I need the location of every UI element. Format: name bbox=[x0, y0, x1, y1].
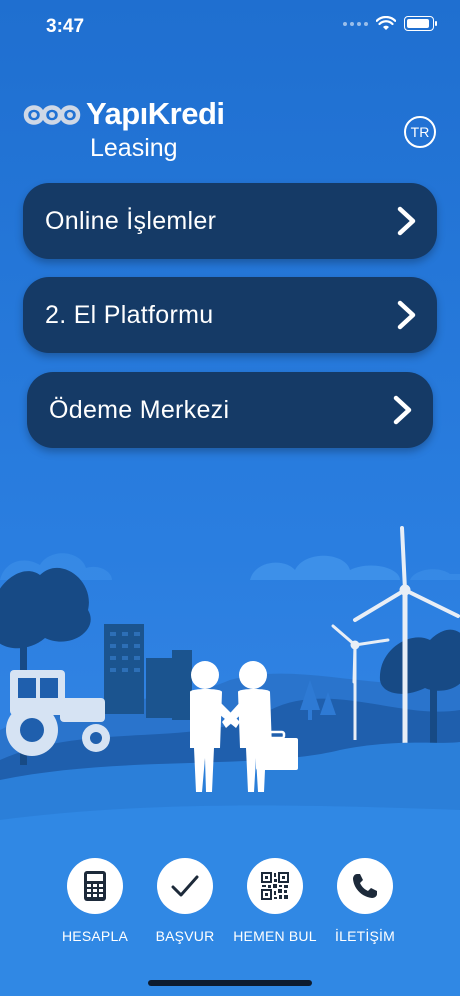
nav-label: HEMEN BUL bbox=[233, 928, 317, 944]
nav-item-hesapla[interactable]: HESAPLA bbox=[45, 858, 145, 944]
brand-logo: YapıKredi Leasing bbox=[22, 96, 225, 166]
nav-circle[interactable] bbox=[67, 858, 123, 914]
brand-sub: Leasing bbox=[90, 134, 178, 162]
home-indicator bbox=[148, 980, 312, 986]
nav-circle[interactable] bbox=[337, 858, 393, 914]
nav-item-basvur[interactable]: BAŞVUR bbox=[135, 858, 235, 944]
menu-button-online-islemler[interactable]: Online İşlemler bbox=[23, 183, 437, 259]
battery-icon bbox=[404, 16, 437, 31]
menu-button-label: 2. El Platformu bbox=[45, 300, 214, 329]
yapikredi-logo-mark-icon bbox=[23, 105, 81, 125]
nav-circle[interactable] bbox=[247, 858, 303, 914]
checkmark-icon bbox=[171, 875, 199, 897]
nav-label: İLETİŞİM bbox=[335, 928, 395, 944]
nav-circle[interactable] bbox=[157, 858, 213, 914]
chevron-right-icon bbox=[397, 300, 416, 330]
calculator-icon bbox=[84, 871, 106, 901]
menu-button-2-el-platformu[interactable]: 2. El Platformu bbox=[23, 277, 437, 353]
chevron-right-icon bbox=[397, 206, 416, 236]
wifi-icon bbox=[376, 16, 396, 30]
brand-name: YapıKredi bbox=[86, 96, 225, 131]
status-time: 3:47 bbox=[46, 16, 85, 37]
language-button[interactable]: TR bbox=[404, 116, 436, 148]
nav-label: HESAPLA bbox=[62, 928, 128, 944]
menu-button-odeme-merkezi[interactable]: Ödeme Merkezi bbox=[27, 372, 433, 448]
status-icons bbox=[343, 16, 437, 31]
menu-button-label: Ödeme Merkezi bbox=[49, 395, 230, 424]
status-bar: 3:47 bbox=[0, 0, 460, 50]
nav-item-hemen-bul[interactable]: HEMEN BUL bbox=[225, 858, 325, 944]
qr-code-icon bbox=[261, 872, 289, 900]
nav-item-iletisim[interactable]: İLETİŞİM bbox=[315, 858, 415, 944]
landscape-illustration bbox=[0, 526, 460, 840]
bottom-nav: HESAPLA BAŞVUR HEMEN BUL İLETİŞİM bbox=[0, 858, 460, 958]
chevron-right-icon bbox=[393, 395, 412, 425]
phone-icon bbox=[353, 874, 377, 898]
nav-label: BAŞVUR bbox=[155, 928, 215, 944]
signal-icon bbox=[343, 21, 368, 26]
menu-button-label: Online İşlemler bbox=[45, 206, 217, 235]
